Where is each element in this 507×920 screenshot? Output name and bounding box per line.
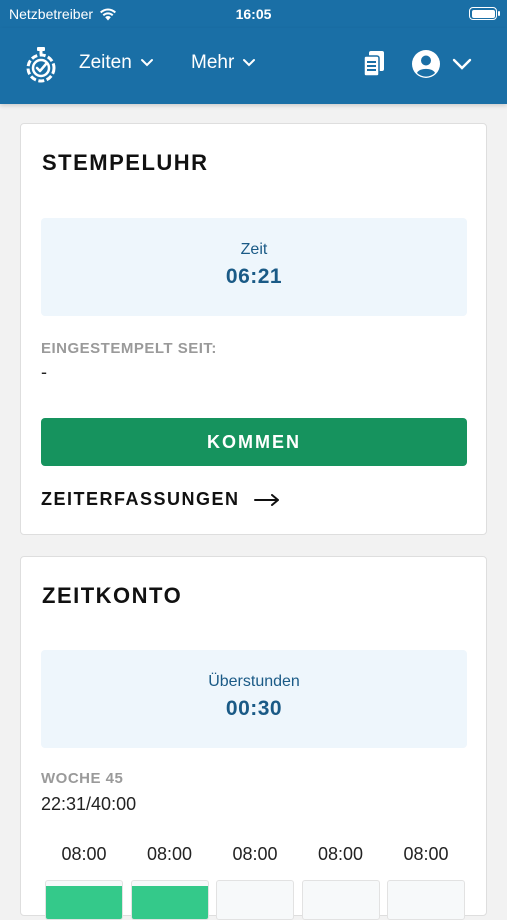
zeitkonto-title: ZEITKONTO — [42, 583, 183, 608]
overtime-box: Überstunden 00:30 — [41, 650, 467, 748]
day-bar — [216, 880, 294, 920]
time-box: Zeit 06:21 — [41, 218, 467, 316]
documents-icon[interactable] — [362, 50, 386, 78]
stopwatch-logo-icon[interactable] — [22, 46, 60, 84]
nav-zeiten[interactable]: Zeiten — [79, 52, 154, 74]
status-bar: Netzbetreiber 16:05 — [0, 0, 507, 28]
week-label: WOCHE 45 — [41, 770, 124, 787]
time-value: 06:21 — [225, 265, 283, 288]
day-bar — [387, 880, 465, 920]
kommen-button[interactable]: KOMMEN — [41, 418, 467, 466]
day-hours-row: 08:00 08:00 08:00 08:00 08:00 — [45, 844, 465, 865]
user-circle-icon[interactable] — [411, 49, 441, 79]
day-bar — [45, 880, 123, 920]
zeiterfassungen-label: ZEITERFASSUNGEN — [41, 489, 240, 509]
time-label: Zeit — [240, 241, 268, 258]
stempeluhr-title: STEMPELUHR — [42, 150, 209, 175]
overtime-value: 00:30 — [225, 697, 283, 720]
clocked-in-since-label: EINGESTEMPELT SEIT: — [41, 340, 217, 357]
status-time: 16:05 — [235, 6, 272, 22]
overtime-label: Überstunden — [208, 673, 300, 690]
chevron-down-icon — [243, 59, 256, 67]
zeitkonto-card: ZEITKONTO Überstunden 00:30 WOCHE 45 22:… — [20, 556, 487, 920]
chevron-down-icon[interactable] — [452, 58, 472, 70]
day-bar-fill — [46, 886, 122, 919]
zeiterfassungen-link[interactable]: ZEITERFASSUNGEN — [41, 489, 280, 510]
day-bar — [130, 880, 209, 920]
battery-icon — [469, 7, 500, 20]
day-hours: 08:00 — [403, 844, 449, 864]
day-hours: 08:00 — [317, 844, 364, 864]
day-bars-row — [45, 880, 465, 920]
day-hours: 08:00 — [146, 844, 193, 864]
nav-mehr[interactable]: Mehr — [191, 52, 256, 74]
clocked-in-since-value: - — [41, 362, 47, 382]
chevron-down-icon — [140, 59, 153, 67]
day-bar-fill — [131, 886, 208, 919]
day-hours: 08:00 — [61, 844, 107, 864]
week-value: 22:31/40:00 — [41, 794, 137, 814]
stempeluhr-card: STEMPELUHR Zeit 06:21 EINGESTEMPELT SEIT… — [20, 123, 487, 535]
arrow-right-icon — [253, 493, 279, 506]
day-hours: 08:00 — [232, 844, 278, 864]
app-header: Zeiten Mehr — [0, 28, 507, 104]
nav-mehr-label: Mehr — [191, 52, 235, 73]
nav-zeiten-label: Zeiten — [79, 52, 132, 73]
day-bar — [301, 880, 380, 920]
